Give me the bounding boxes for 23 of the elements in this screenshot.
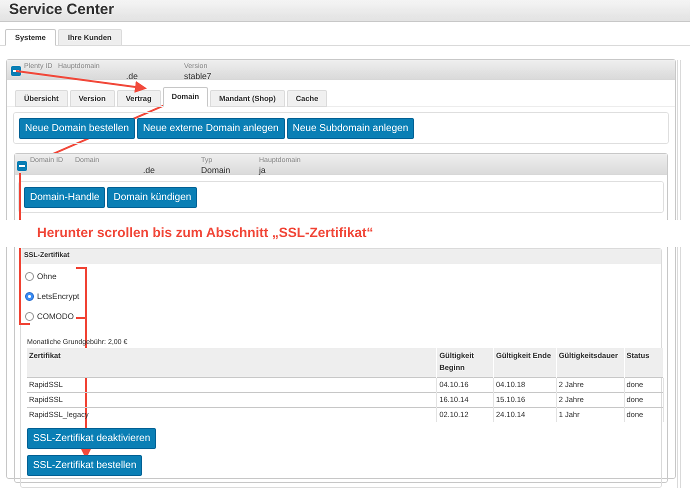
collapse-icon[interactable]: [17, 161, 27, 171]
field-value: .de: [142, 165, 156, 176]
action-button[interactable]: SSL-Zertifikat deaktivieren: [27, 428, 156, 449]
field-value: stable7: [184, 71, 212, 82]
field-value: ja: [259, 165, 267, 176]
radio-button[interactable]: [25, 272, 34, 281]
window-title: Service Center: [9, 0, 114, 20]
action-button[interactable]: Neue Domain bestellen: [19, 118, 135, 138]
field-value: Domain: [201, 165, 232, 176]
collapse-icon[interactable]: [11, 66, 21, 76]
radio-label: COMODO: [37, 310, 74, 322]
radio-label: Ohne: [37, 270, 57, 282]
radio-button[interactable]: [25, 312, 34, 321]
annotation-text: Herunter scrollen bis zum Abschnitt „SSL-Zertifikat“: [37, 224, 374, 242]
action-button[interactable]: Domain kündigen: [107, 186, 198, 208]
field-value: .de: [125, 71, 139, 82]
action-button[interactable]: Domain-Handle: [24, 186, 106, 208]
annotation-line: [19, 173, 21, 220]
action-button[interactable]: Neue externe Domain anlegen: [136, 118, 285, 138]
action-button[interactable]: SSL-Zertifikat bestellen: [27, 455, 142, 476]
action-button[interactable]: Neue Subdomain anlegen: [286, 118, 414, 138]
radio-button[interactable]: [25, 292, 34, 301]
radio-label: LetsEncrypt: [37, 290, 80, 302]
